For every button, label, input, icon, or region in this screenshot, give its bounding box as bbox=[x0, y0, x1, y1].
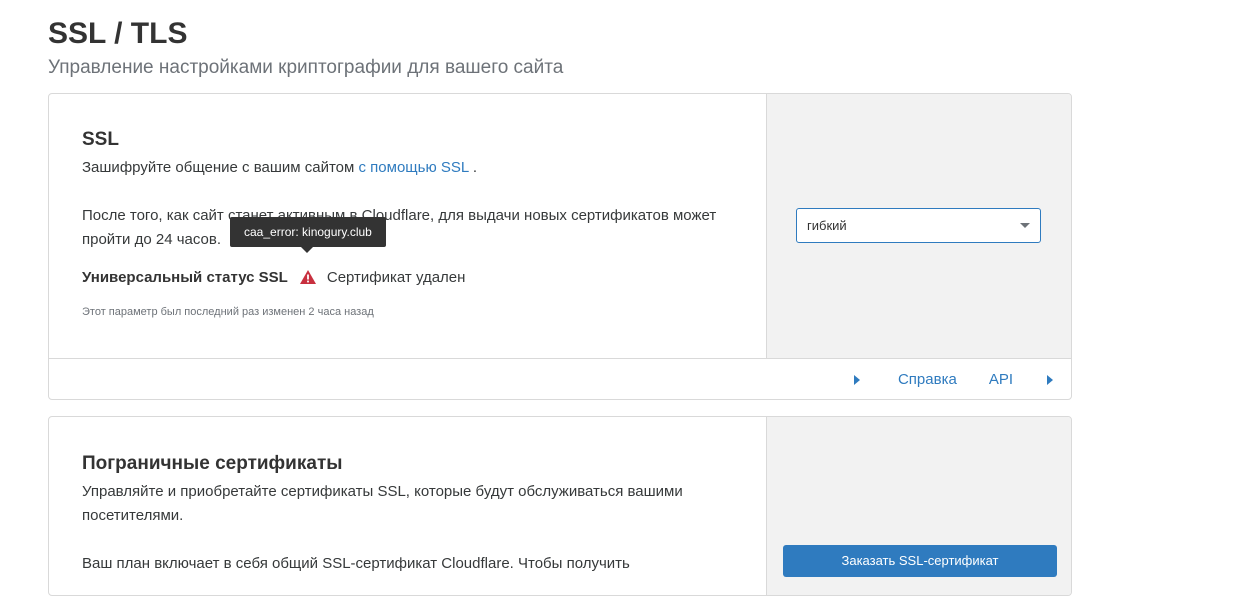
edge-plan-text: Ваш план включает в себя общий SSL-серти… bbox=[82, 555, 630, 572]
last-changed-note: Этот параметр был последний раз изменен … bbox=[82, 306, 374, 318]
order-ssl-certificate-button[interactable]: Заказать SSL-сертификат bbox=[783, 545, 1057, 577]
ssl-help-link[interactable]: с помощью SSL bbox=[359, 159, 469, 176]
ssl-card: SSL Зашифруйте общение с вашим сайтом с … bbox=[48, 93, 1072, 400]
edge-card-body: Пограничные сертификаты Управляйте и при… bbox=[49, 417, 766, 595]
status-tooltip: caa_error: kinogury.club bbox=[230, 217, 386, 253]
edge-certificates-card: Пограничные сертификаты Управляйте и при… bbox=[48, 416, 1072, 596]
api-link-label: API bbox=[988, 371, 1013, 388]
edge-card-description: Управляйте и приобретайте сертификаты SS… bbox=[82, 483, 683, 524]
page-subtitle: Управление настройками криптографии для … bbox=[48, 57, 564, 78]
caret-right-icon bbox=[1047, 374, 1053, 385]
ssl-card-footer: Справка API bbox=[49, 359, 1071, 399]
status-value: Сертификат удален bbox=[326, 269, 466, 286]
page-header: SSL / TLS Управление настройками криптог… bbox=[48, 14, 563, 80]
ssl-card-main: SSL Зашифруйте общение с вашим сайтом с … bbox=[49, 94, 1071, 359]
api-link[interactable]: API bbox=[989, 371, 1053, 388]
ssl-intro: Зашифруйте общение с вашим сайтом с помо… bbox=[82, 156, 736, 180]
caret-down-icon bbox=[1020, 223, 1030, 228]
caret-right-icon bbox=[853, 374, 860, 385]
ssl-card-body: SSL Зашифруйте общение с вашим сайтом с … bbox=[49, 94, 766, 358]
edge-card-main: Пограничные сертификаты Управляйте и при… bbox=[49, 417, 1071, 595]
help-link-label: Справка bbox=[897, 371, 957, 388]
help-link[interactable]: Справка bbox=[853, 371, 957, 388]
ssl-mode-select[interactable]: гибкий bbox=[796, 208, 1041, 243]
ssl-mode-value: гибкий bbox=[807, 218, 847, 233]
ssl-intro-text: Зашифруйте общение с вашим сайтом bbox=[82, 159, 359, 176]
universal-ssl-status: Универсальный статус SSL Сертификат удал… bbox=[82, 217, 736, 286]
ssl-card-side: гибкий bbox=[766, 94, 1071, 358]
warning-triangle-icon[interactable] bbox=[299, 269, 317, 285]
ssl-card-title: SSL bbox=[82, 129, 119, 150]
edge-card-title: Пограничные сертификаты bbox=[82, 453, 343, 474]
page-title: SSL / TLS bbox=[48, 17, 188, 50]
edge-card-side: Заказать SSL-сертификат bbox=[766, 417, 1071, 595]
status-label: Универсальный статус SSL bbox=[82, 269, 288, 286]
ssl-info-text: После того, как сайт станет активным в C… bbox=[82, 207, 717, 248]
ssl-intro-end: . bbox=[468, 159, 477, 176]
